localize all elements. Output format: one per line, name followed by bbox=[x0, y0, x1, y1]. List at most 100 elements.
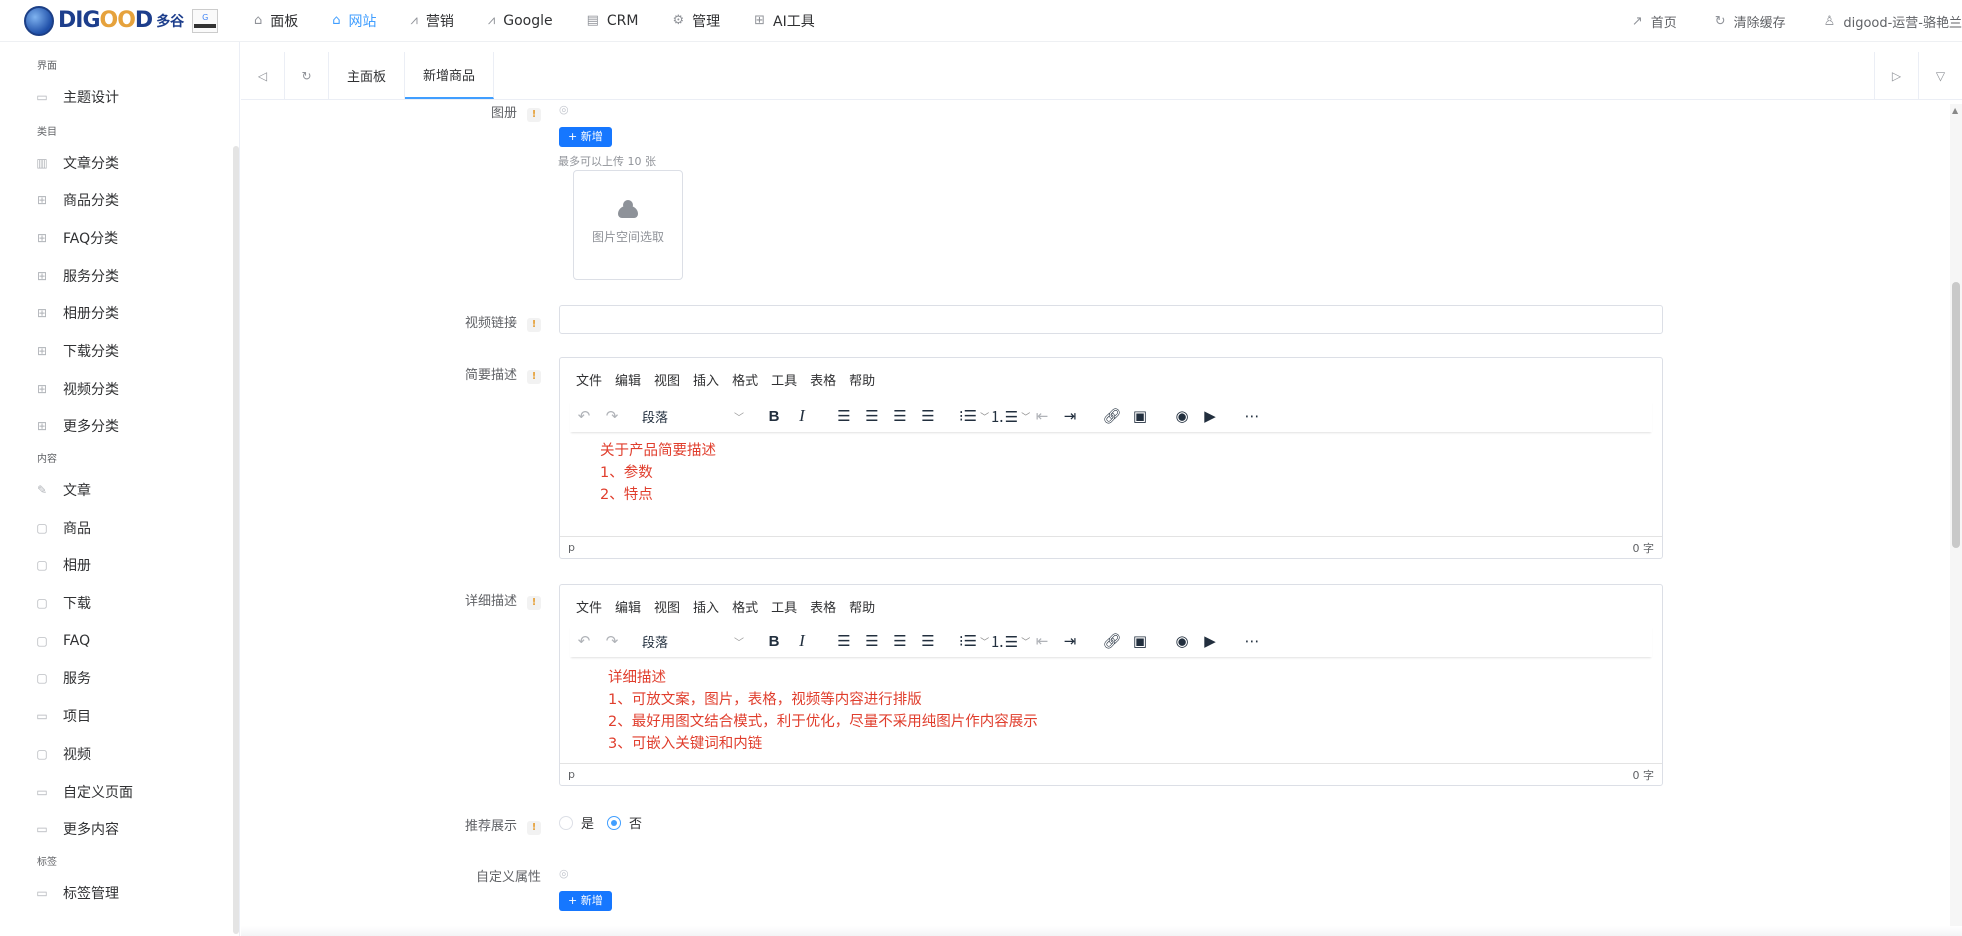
sidebar-item-download[interactable]: ▢ 下载 bbox=[0, 584, 239, 622]
detail-description-editor[interactable]: 文件 编辑 视图 插入 格式 工具 表格 帮助 ↶ ↷ 段落 ﹀ B I ☰ ☰ … bbox=[559, 584, 1663, 786]
menu-format[interactable]: 格式 bbox=[732, 370, 758, 389]
italic-icon[interactable]: I bbox=[788, 627, 816, 655]
undo-icon[interactable]: ↶ bbox=[570, 627, 598, 655]
help-icon[interactable]: ! bbox=[527, 108, 541, 122]
menu-edit[interactable]: 编辑 bbox=[615, 370, 641, 389]
link-icon[interactable]: 🔗︎ bbox=[1098, 402, 1126, 430]
block-format-select[interactable]: 段落 ﹀ bbox=[634, 402, 752, 430]
nav-crm[interactable]: ▤ CRM bbox=[587, 13, 639, 29]
sidebar-item-album[interactable]: ▢ 相册 bbox=[0, 547, 239, 585]
more-icon[interactable]: ⋯ bbox=[1238, 627, 1266, 655]
menu-table[interactable]: 表格 bbox=[810, 370, 836, 389]
scroll-up-icon[interactable]: ▲ bbox=[1952, 106, 1958, 115]
menu-view[interactable]: 视图 bbox=[654, 597, 680, 616]
custom-attribute-add-button[interactable]: + 新增 bbox=[559, 891, 612, 911]
recommend-no-radio[interactable]: 否 bbox=[607, 813, 642, 832]
menu-help[interactable]: 帮助 bbox=[849, 370, 875, 389]
sidebar-item-project[interactable]: ▭ 项目 bbox=[0, 697, 239, 735]
eye-icon[interactable]: ◎ bbox=[559, 103, 569, 116]
tabs-dropdown-button[interactable]: ▽ bbox=[1918, 52, 1962, 100]
bullet-list-icon[interactable]: ⁝☰ ﹀ bbox=[956, 402, 992, 430]
nav-google[interactable]: ⩘ Google bbox=[488, 13, 553, 29]
word-count[interactable]: 0 字 bbox=[1633, 767, 1655, 783]
sidebar-item-custom-page[interactable]: ▭ 自定义页面 bbox=[0, 773, 239, 811]
menu-view[interactable]: 视图 bbox=[654, 370, 680, 389]
outdent-icon[interactable]: ⇤ bbox=[1028, 627, 1056, 655]
sidebar-item-download-category[interactable]: ⊞ 下载分类 bbox=[0, 332, 239, 370]
content-scrollbar[interactable]: ▲ bbox=[1950, 104, 1962, 936]
sidebar-item-video[interactable]: ▢ 视频 bbox=[0, 735, 239, 773]
sidebar-item-faq-category[interactable]: ⊞ FAQ分类 bbox=[0, 219, 239, 257]
numbered-list-icon[interactable]: ⒈☰ ﹀ bbox=[990, 402, 1030, 430]
align-left-icon[interactable]: ☰ bbox=[830, 627, 858, 655]
tab-add-product[interactable]: 新增商品 bbox=[405, 52, 495, 99]
block-format-select[interactable]: 段落 ﹀ bbox=[634, 627, 752, 655]
menu-insert[interactable]: 插入 bbox=[693, 597, 719, 616]
video-link-input[interactable] bbox=[559, 305, 1663, 334]
preview-eye-icon[interactable]: ◉ bbox=[1168, 627, 1196, 655]
menu-table[interactable]: 表格 bbox=[810, 597, 836, 616]
clear-cache-button[interactable]: ↻ 清除缓存 bbox=[1715, 12, 1786, 31]
help-icon[interactable]: ! bbox=[527, 596, 541, 610]
recommend-yes-radio[interactable]: 是 bbox=[559, 813, 594, 832]
menu-tools[interactable]: 工具 bbox=[771, 597, 797, 616]
redo-icon[interactable]: ↷ bbox=[598, 402, 626, 430]
menu-edit[interactable]: 编辑 bbox=[615, 597, 641, 616]
home-link[interactable]: ↗ 首页 bbox=[1632, 12, 1677, 31]
nav-management[interactable]: ⚙ 管理 bbox=[672, 11, 720, 31]
image-space-picker[interactable]: 图片空间选取 bbox=[573, 170, 683, 280]
image-icon[interactable]: ▣ bbox=[1126, 402, 1154, 430]
more-icon[interactable]: ⋯ bbox=[1238, 402, 1266, 430]
image-icon[interactable]: ▣ bbox=[1126, 627, 1154, 655]
link-icon[interactable]: 🔗︎ bbox=[1098, 627, 1126, 655]
sidebar-item-product[interactable]: ▢ 商品 bbox=[0, 509, 239, 547]
outdent-icon[interactable]: ⇤ bbox=[1028, 402, 1056, 430]
refresh-tab-button[interactable]: ↻ bbox=[285, 52, 329, 99]
nav-marketing[interactable]: ⩘ 营销 bbox=[411, 11, 454, 31]
sidebar-item-tag-management[interactable]: ▭ 标签管理 bbox=[0, 874, 239, 912]
sidebar-item-more-category[interactable]: ⊞ 更多分类 bbox=[0, 408, 239, 446]
sidebar-item-more-content[interactable]: ▭ 更多内容 bbox=[0, 810, 239, 848]
align-right-icon[interactable]: ☰ bbox=[886, 402, 914, 430]
sidebar-item-faq[interactable]: ▢ FAQ bbox=[0, 622, 239, 660]
sidebar-item-service[interactable]: ▢ 服务 bbox=[0, 660, 239, 698]
brief-description-editor[interactable]: 文件 编辑 视图 插入 格式 工具 表格 帮助 ↶ ↷ 段落 ﹀ B I ☰ ☰ … bbox=[559, 357, 1663, 559]
media-icon[interactable]: ▶ bbox=[1196, 627, 1224, 655]
align-left-icon[interactable]: ☰ bbox=[830, 402, 858, 430]
sidebar-item-album-category[interactable]: ⊞ 相册分类 bbox=[0, 294, 239, 332]
scrollbar-thumb[interactable] bbox=[1952, 282, 1960, 548]
sidebar-item-product-category[interactable]: ⊞ 商品分类 bbox=[0, 181, 239, 219]
tab-main-dashboard[interactable]: 主面板 bbox=[329, 52, 406, 99]
word-count[interactable]: 0 字 bbox=[1633, 540, 1655, 556]
align-center-icon[interactable]: ☰ bbox=[858, 402, 886, 430]
nav-website[interactable]: ⌂ 网站 bbox=[332, 11, 376, 31]
menu-help[interactable]: 帮助 bbox=[849, 597, 875, 616]
italic-icon[interactable]: I bbox=[788, 402, 816, 430]
nav-ai-tools[interactable]: ⊞ AI工具 bbox=[754, 11, 815, 31]
element-path[interactable]: p bbox=[568, 768, 575, 781]
element-path[interactable]: p bbox=[568, 541, 575, 554]
numbered-list-icon[interactable]: ⒈☰ ﹀ bbox=[990, 627, 1030, 655]
sidebar-item-article[interactable]: ✎ 文章 bbox=[0, 471, 239, 509]
editor-content[interactable]: 关于产品简要描述 1、参数 2、特点 bbox=[560, 440, 1662, 506]
editor-content[interactable]: 详细描述 1、可放文案，图片，表格，视频等内容进行排版 2、最好用图文结合模式，… bbox=[560, 667, 1662, 755]
bullet-list-icon[interactable]: ⁝☰ ﹀ bbox=[956, 627, 992, 655]
user-menu[interactable]: ♙ digood-运营-骆艳兰 bbox=[1824, 12, 1962, 31]
bold-icon[interactable]: B bbox=[760, 627, 788, 655]
scroll-tabs-left-button[interactable]: ◁ bbox=[241, 52, 285, 99]
preview-eye-icon[interactable]: ◉ bbox=[1168, 402, 1196, 430]
help-icon[interactable]: ! bbox=[527, 370, 541, 384]
indent-icon[interactable]: ⇥ bbox=[1056, 627, 1084, 655]
scroll-tabs-right-button[interactable]: ▷ bbox=[1874, 52, 1918, 100]
menu-tools[interactable]: 工具 bbox=[771, 370, 797, 389]
menu-format[interactable]: 格式 bbox=[732, 597, 758, 616]
eye-icon[interactable]: ◎ bbox=[559, 867, 569, 880]
sidebar-item-video-category[interactable]: ⊞ 视频分类 bbox=[0, 370, 239, 408]
nav-dashboard[interactable]: ⌂ 面板 bbox=[254, 11, 298, 31]
undo-icon[interactable]: ↶ bbox=[570, 402, 598, 430]
sidebar-item-service-category[interactable]: ⊞ 服务分类 bbox=[0, 257, 239, 295]
align-justify-icon[interactable]: ☰ bbox=[914, 627, 942, 655]
align-right-icon[interactable]: ☰ bbox=[886, 627, 914, 655]
sidebar-item-theme-design[interactable]: ▭ 主题设计 bbox=[0, 78, 239, 116]
sidebar-item-article-category[interactable]: ▥ 文章分类 bbox=[0, 144, 239, 182]
